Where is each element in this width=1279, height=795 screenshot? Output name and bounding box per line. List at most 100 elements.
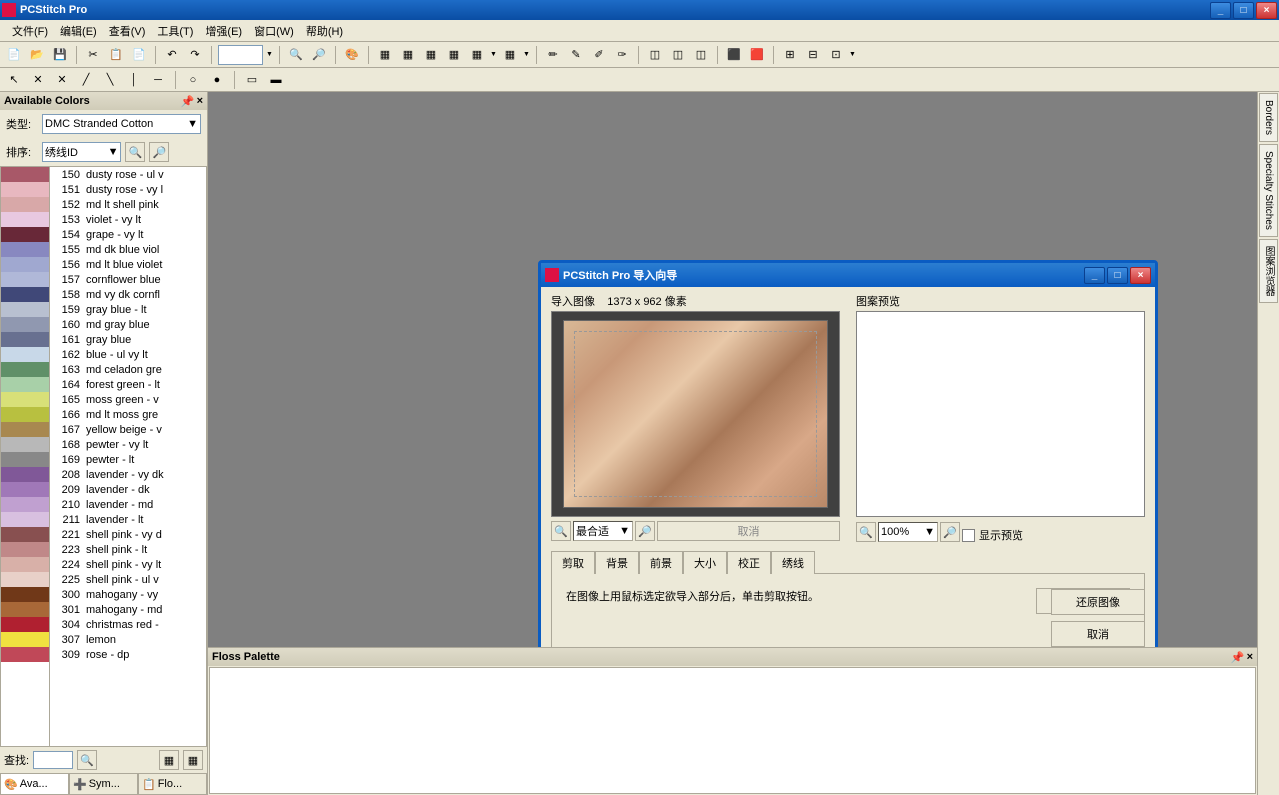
search-b-btn[interactable]: ▦	[183, 750, 203, 770]
swatch[interactable]	[1, 512, 49, 527]
cancel-button[interactable]: 取消	[1051, 621, 1145, 647]
tb-grid2-icon[interactable]: ▦	[398, 45, 418, 65]
st7-icon[interactable]: ○	[183, 70, 203, 90]
tb-undo-icon[interactable]: ↶	[162, 45, 182, 65]
source-image-preview[interactable]	[551, 311, 840, 517]
zoom-in-btn[interactable]: 🔍	[125, 142, 145, 162]
tb-paste-icon[interactable]: 📄	[129, 45, 149, 65]
tb-grid5-icon[interactable]: ▦	[467, 45, 487, 65]
prev-zoom-in-icon[interactable]: 🔎	[940, 522, 960, 542]
swatch[interactable]	[1, 452, 49, 467]
tb-edit2-icon[interactable]: ✎	[566, 45, 586, 65]
tab-fg[interactable]: 前景	[639, 551, 683, 574]
swatch[interactable]	[1, 227, 49, 242]
list-item[interactable]: 151dusty rose - vy l	[50, 182, 206, 197]
tb-redo-icon[interactable]: ↷	[185, 45, 205, 65]
swatch[interactable]	[1, 647, 49, 662]
tb-g2-icon[interactable]: 🟥	[747, 45, 767, 65]
swatch[interactable]	[1, 617, 49, 632]
menu-help[interactable]: 帮助(H)	[300, 21, 349, 41]
swatch[interactable]	[1, 257, 49, 272]
tb-save-icon[interactable]: 💾	[50, 45, 70, 65]
tab-flo[interactable]: 📋Flo...	[138, 774, 207, 795]
st5-icon[interactable]: │	[124, 70, 144, 90]
tab-crop[interactable]: 剪取	[551, 551, 595, 574]
zoom-out-btn[interactable]: 🔎	[149, 142, 169, 162]
list-item[interactable]: 167yellow beige - v	[50, 422, 206, 437]
type-combo[interactable]: DMC Stranded Cotton ▼	[42, 114, 201, 134]
swatch[interactable]	[1, 332, 49, 347]
tab-bg[interactable]: 背景	[595, 551, 639, 574]
swatch[interactable]	[1, 272, 49, 287]
tb-zoom-combo[interactable]	[218, 45, 263, 65]
rtab-borders[interactable]: Borders	[1259, 93, 1278, 142]
src-zoom-in-icon[interactable]: 🔎	[635, 521, 655, 541]
st6-icon[interactable]: ─	[148, 70, 168, 90]
tb-new-icon[interactable]: 📄	[4, 45, 24, 65]
tb-grid3-icon[interactable]: ▦	[421, 45, 441, 65]
tb-f1-icon[interactable]: ◫	[645, 45, 665, 65]
swatch[interactable]	[1, 197, 49, 212]
swatch[interactable]	[1, 557, 49, 572]
swatch[interactable]	[1, 317, 49, 332]
tab-size[interactable]: 大小	[683, 551, 727, 574]
tb-edit3-icon[interactable]: ✐	[589, 45, 609, 65]
search-a-btn[interactable]: ▦	[159, 750, 179, 770]
tb-zoomin-icon[interactable]: 🔍	[286, 45, 306, 65]
st4-icon[interactable]: ╲	[100, 70, 120, 90]
swatch[interactable]	[1, 482, 49, 497]
list-item[interactable]: 165moss green - v	[50, 392, 206, 407]
list-item[interactable]: 166md lt moss gre	[50, 407, 206, 422]
swatch[interactable]	[1, 542, 49, 557]
tb-f3-icon[interactable]: ◫	[691, 45, 711, 65]
tb-grid6-icon[interactable]: ▦	[500, 45, 520, 65]
menu-view[interactable]: 查看(V)	[103, 21, 152, 41]
swatch[interactable]	[1, 167, 49, 182]
swatch[interactable]	[1, 602, 49, 617]
swatch[interactable]	[1, 572, 49, 587]
list-item[interactable]: 309rose - dp	[50, 647, 206, 662]
pin-icon[interactable]: 📌	[1231, 651, 1245, 664]
list-item[interactable]: 210lavender - md	[50, 497, 206, 512]
tb-grid-dd-icon[interactable]: ▼	[490, 45, 497, 65]
tb-palette-icon[interactable]: 🎨	[342, 45, 362, 65]
minimize-button[interactable]: _	[1210, 2, 1231, 19]
list-item[interactable]: 162blue - ul vy lt	[50, 347, 206, 362]
tb-g1-icon[interactable]: ⬛	[724, 45, 744, 65]
tab-ava[interactable]: 🎨Ava...	[0, 774, 69, 795]
swatch[interactable]	[1, 422, 49, 437]
list-item[interactable]: 160md gray blue	[50, 317, 206, 332]
show-preview-checkbox[interactable]	[962, 529, 975, 542]
menu-file[interactable]: 文件(F)	[6, 21, 54, 41]
pin-icon[interactable]: 📌	[181, 95, 195, 108]
list-item[interactable]: 150dusty rose - ul v	[50, 167, 206, 182]
arrow-icon[interactable]: ↖	[4, 70, 24, 90]
list-item[interactable]: 301mahogany - md	[50, 602, 206, 617]
tb-h3-icon[interactable]: ⊡	[826, 45, 846, 65]
swatch[interactable]	[1, 242, 49, 257]
color-list[interactable]: 150dusty rose - ul v151dusty rose - vy l…	[50, 166, 207, 747]
st10-icon[interactable]: ▬	[266, 70, 286, 90]
menu-enhance[interactable]: 增强(E)	[199, 21, 248, 41]
list-item[interactable]: 307lemon	[50, 632, 206, 647]
swatch[interactable]	[1, 302, 49, 317]
prev-zoom-combo[interactable]: 100% ▼	[878, 522, 938, 542]
list-item[interactable]: 154grape - vy lt	[50, 227, 206, 242]
tab-floss[interactable]: 绣线	[771, 551, 815, 574]
list-item[interactable]: 304christmas red -	[50, 617, 206, 632]
menu-tools[interactable]: 工具(T)	[151, 21, 199, 41]
list-item[interactable]: 156md lt blue violet	[50, 257, 206, 272]
dialog-titlebar[interactable]: PCStitch Pro 导入向导 _ □ ×	[541, 263, 1155, 287]
tb-copy-icon[interactable]: 📋	[106, 45, 126, 65]
sort-combo[interactable]: 绣线ID ▼	[42, 142, 121, 162]
tb-h1-icon[interactable]: ⊞	[780, 45, 800, 65]
list-item[interactable]: 223shell pink - lt	[50, 542, 206, 557]
tb-open-icon[interactable]: 📂	[27, 45, 47, 65]
dialog-close-button[interactable]: ×	[1130, 267, 1151, 284]
st1-icon[interactable]: ✕	[28, 70, 48, 90]
swatch[interactable]	[1, 212, 49, 227]
menu-edit[interactable]: 编辑(E)	[54, 21, 103, 41]
swatch[interactable]	[1, 437, 49, 452]
tb-zoom-dd-icon[interactable]: ▼	[266, 45, 273, 65]
list-item[interactable]: 300mahogany - vy	[50, 587, 206, 602]
